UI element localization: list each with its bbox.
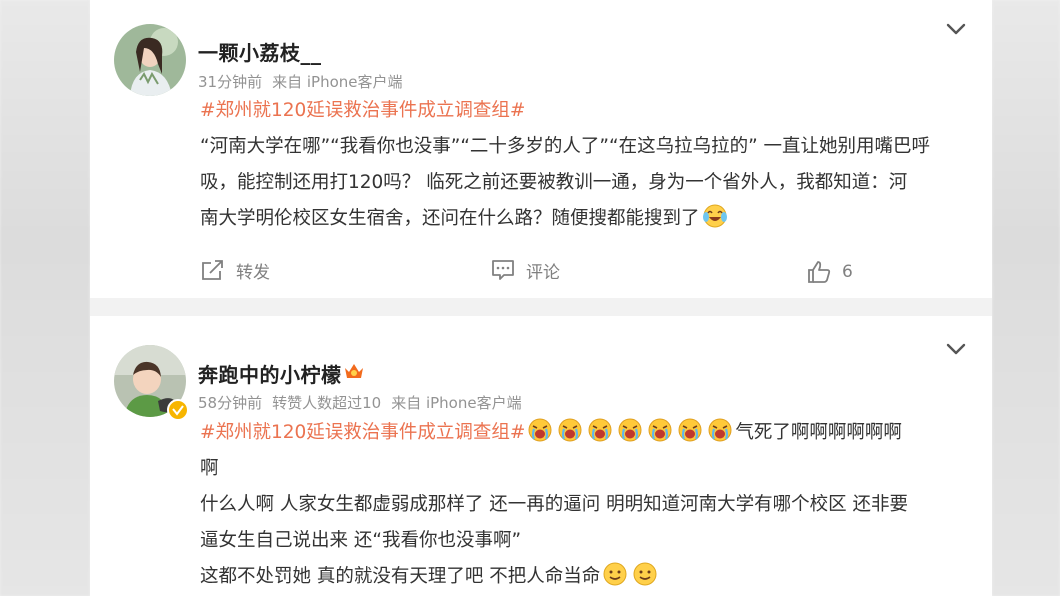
repost-icon [202,260,223,280]
content-text: 气死了啊啊啊啊啊啊 [735,422,902,443]
laugh-cry-emoji [702,204,727,228]
hashtag-link[interactable]: #郑州就120延误救治事件成立调查组# [200,100,525,121]
content-line: 逼女生自己说出来 还“我看你也没事啊” [200,530,522,551]
background-right [992,0,1060,596]
post-source: 来自 iPhone客户端 [391,394,522,412]
post-divider [90,298,992,316]
smile-emoji [633,562,657,586]
post-actions: 转发 评论 6 [200,257,900,287]
comment-button[interactable]: 评论 [490,257,560,283]
like-count: 6 [842,262,853,282]
content-line: 南大学明伦校区女生宿舍，还问在什么路？随便搜都能搜到了 [200,208,700,229]
crown-badge-icon[interactable] [343,360,365,382]
background-left [0,0,90,596]
crying-emoji [618,418,642,442]
content-line: 什么人啊 人家女生都虚弱成那样了 还一再的逼问 明明知道河南大学有哪个校区 还非… [200,494,909,515]
post-meta: 31分钟前 来自 iPhone客户端 [198,71,413,92]
post-content: #郑州就120延误救治事件成立调查组# 气死了啊啊啊啊啊啊 啊 什么人啊 人家女生… [200,415,960,595]
comment-label: 评论 [526,262,560,283]
repost-label: 转发 [236,262,270,283]
repost-button[interactable]: 转发 [200,257,270,283]
content-line: “河南大学在哪”“我看你也没事”“二十多岁的人了”“在这乌拉乌拉的” 一直让她别… [200,136,931,157]
post-time[interactable]: 58分钟前 [198,394,262,412]
crying-emoji [528,418,552,442]
content-line: 啊 [200,458,219,479]
username[interactable]: 奔跑中的小柠檬 [198,359,342,388]
post-meta: 58分钟前 转赞人数超过10 来自 iPhone客户端 [198,392,532,413]
crying-emoji [678,418,702,442]
smile-emoji [603,562,627,586]
repost-info: 转赞人数超过10 [272,394,382,412]
like-icon [808,261,831,283]
post-source: 来自 iPhone客户端 [272,73,403,91]
crying-emoji [588,418,612,442]
chevron-down-icon[interactable] [945,22,967,36]
crying-emoji [708,418,732,442]
like-button[interactable]: 6 [806,259,853,285]
hashtag-link[interactable]: #郑州就120延误救治事件成立调查组# [200,422,525,443]
crying-emoji [648,418,672,442]
content-line: 吸，能控制还用打120吗？ 临死之前还要被教训一通，身为一个省外人，我都知道：河 [200,172,908,193]
post-time[interactable]: 31分钟前 [198,73,262,91]
avatar[interactable] [114,24,186,96]
feed-panel: 一颗小荔枝__ 31分钟前 来自 iPhone客户端 #郑州就120延误救治事件成… [90,0,992,596]
comment-icon [492,260,514,280]
content-line: 这都不处罚她 真的就没有天理了吧 不把人命当命 [200,566,601,587]
verified-badge-icon [167,399,189,421]
username[interactable]: 一颗小荔枝__ [198,37,322,66]
crying-emoji [558,418,582,442]
post-content: #郑州就120延误救治事件成立调查组# “河南大学在哪”“我看你也没事”“二十多… [200,93,960,237]
chevron-down-icon[interactable] [945,342,967,356]
